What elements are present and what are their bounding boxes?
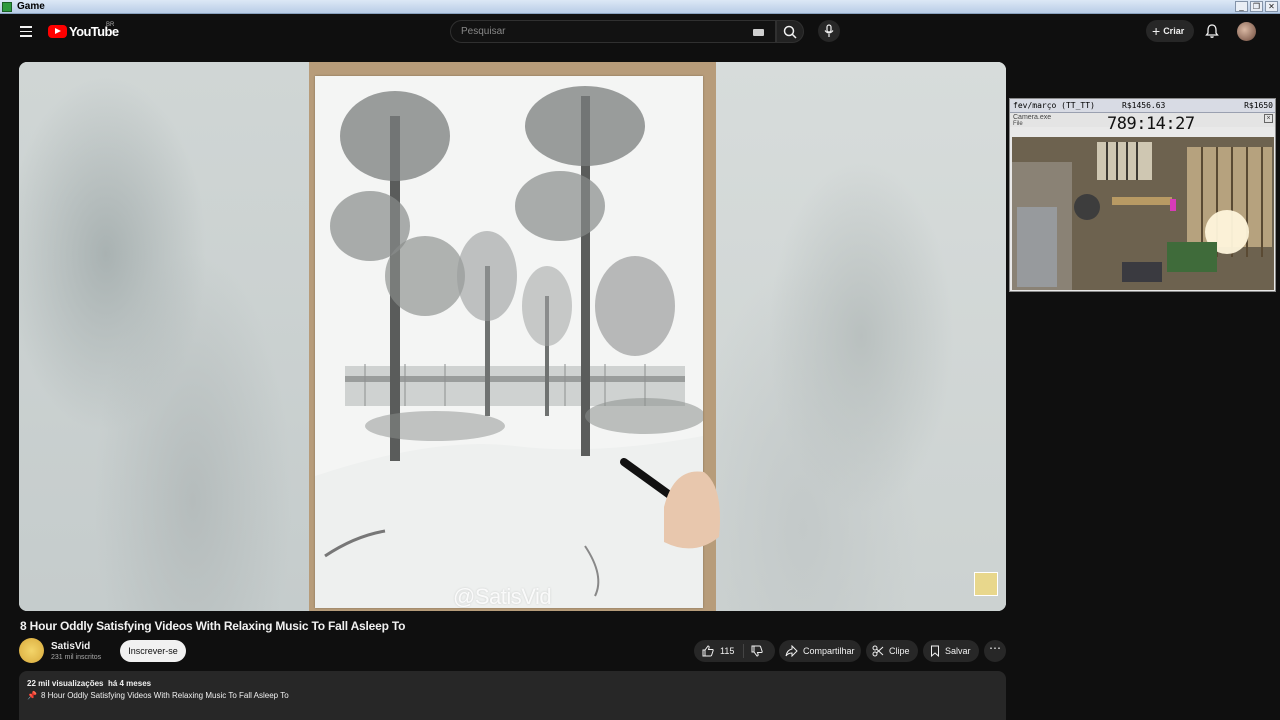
- upload-age: há 4 meses: [107, 679, 152, 688]
- bell-icon[interactable]: [1205, 23, 1219, 39]
- search-button[interactable]: [776, 20, 804, 43]
- window-title: Game: [17, 1, 45, 12]
- create-button[interactable]: + Criar: [1146, 20, 1194, 42]
- hand-with-pencil: [620, 458, 720, 549]
- camera-close-icon[interactable]: ×: [1264, 114, 1273, 123]
- minimize-button[interactable]: _: [1235, 1, 1248, 12]
- search-box: [450, 20, 776, 43]
- description-box[interactable]: 22 mil visualizações há 4 meses 📌 8 Hour …: [19, 671, 1006, 720]
- youtube-logo-icon: [48, 24, 67, 38]
- video-title: 8 Hour Oddly Satisfying Videos With Rela…: [20, 619, 406, 633]
- user-avatar[interactable]: [1237, 22, 1256, 41]
- os-window-titlebar: Game _ ❐ ✕: [0, 0, 1280, 14]
- channel-subscribers: 231 mil inscritos: [51, 654, 102, 661]
- camera-file-menu[interactable]: File: [1013, 121, 1023, 127]
- scissors-icon: [872, 645, 884, 657]
- plus-icon: +: [1152, 23, 1161, 39]
- keyboard-icon[interactable]: [753, 29, 764, 36]
- window-controls: _ ❐ ✕: [1235, 1, 1278, 12]
- like-button[interactable]: 115: [694, 644, 744, 658]
- close-button[interactable]: ✕: [1265, 1, 1278, 12]
- goal-current: R$1456.63: [1122, 101, 1166, 110]
- video-player[interactable]: @SatisVid: [19, 62, 1006, 611]
- maximize-button[interactable]: ❐: [1250, 1, 1263, 12]
- country-code: BR: [106, 22, 115, 28]
- stream-overlay-panel: fev/março (TT_TT) R$1456.63 R$1650 Camer…: [1009, 98, 1276, 292]
- player-blur-left: [19, 62, 309, 611]
- create-label: Criar: [1163, 26, 1185, 36]
- webcam-view: [1012, 137, 1274, 290]
- goal-label: fev/março (TT_TT): [1013, 101, 1095, 110]
- clip-label: Clipe: [889, 646, 910, 656]
- dislike-button[interactable]: [744, 645, 763, 657]
- description-text: 8 Hour Oddly Satisfying Videos With Rela…: [40, 691, 289, 700]
- share-label: Compartilhar: [803, 646, 855, 656]
- voice-search-button[interactable]: [818, 20, 840, 42]
- share-button[interactable]: Compartilhar: [779, 640, 861, 662]
- description-first-line: 📌 8 Hour Oddly Satisfying Videos With Rel…: [27, 691, 289, 700]
- view-count: 22 mil visualizações: [27, 679, 104, 688]
- clip-button[interactable]: Clipe: [866, 640, 918, 662]
- mic-icon: [824, 24, 834, 37]
- search-input[interactable]: [451, 21, 731, 42]
- subscribe-button[interactable]: Inscrever-se: [120, 640, 186, 662]
- channel-name[interactable]: SatisVid: [51, 641, 90, 652]
- dislike-icon: [751, 645, 763, 657]
- description-stats: 22 mil visualizações há 4 meses: [27, 679, 151, 688]
- overlay-topbar: fev/março (TT_TT) R$1456.63 R$1650: [1010, 99, 1275, 113]
- save-label: Salvar: [945, 646, 971, 656]
- webcam-room-image: [1012, 137, 1274, 290]
- channel-avatar[interactable]: [19, 638, 44, 663]
- share-icon: [785, 645, 798, 657]
- like-dislike-group: 115: [694, 640, 775, 662]
- like-icon: [702, 645, 714, 657]
- video-watermark: @SatisVid: [453, 584, 552, 609]
- bookmark-icon: [931, 645, 939, 657]
- menu-icon[interactable]: [20, 26, 32, 37]
- camera-title: Camera.exe: [1013, 114, 1052, 121]
- save-button[interactable]: Salvar: [923, 640, 979, 662]
- app-icon: [2, 2, 12, 12]
- youtube-header: YouTube BR + Criar: [0, 14, 1280, 49]
- like-count: 115: [720, 646, 735, 656]
- stream-timer: 789:14:27: [1107, 114, 1195, 134]
- goal-target: R$1650: [1244, 101, 1273, 110]
- more-icon[interactable]: ⋯: [984, 640, 1006, 662]
- channel-watermark-icon[interactable]: [974, 572, 998, 596]
- player-blur-right: [716, 62, 1006, 611]
- search-icon: [783, 25, 797, 39]
- pin-icon: 📌: [27, 691, 37, 700]
